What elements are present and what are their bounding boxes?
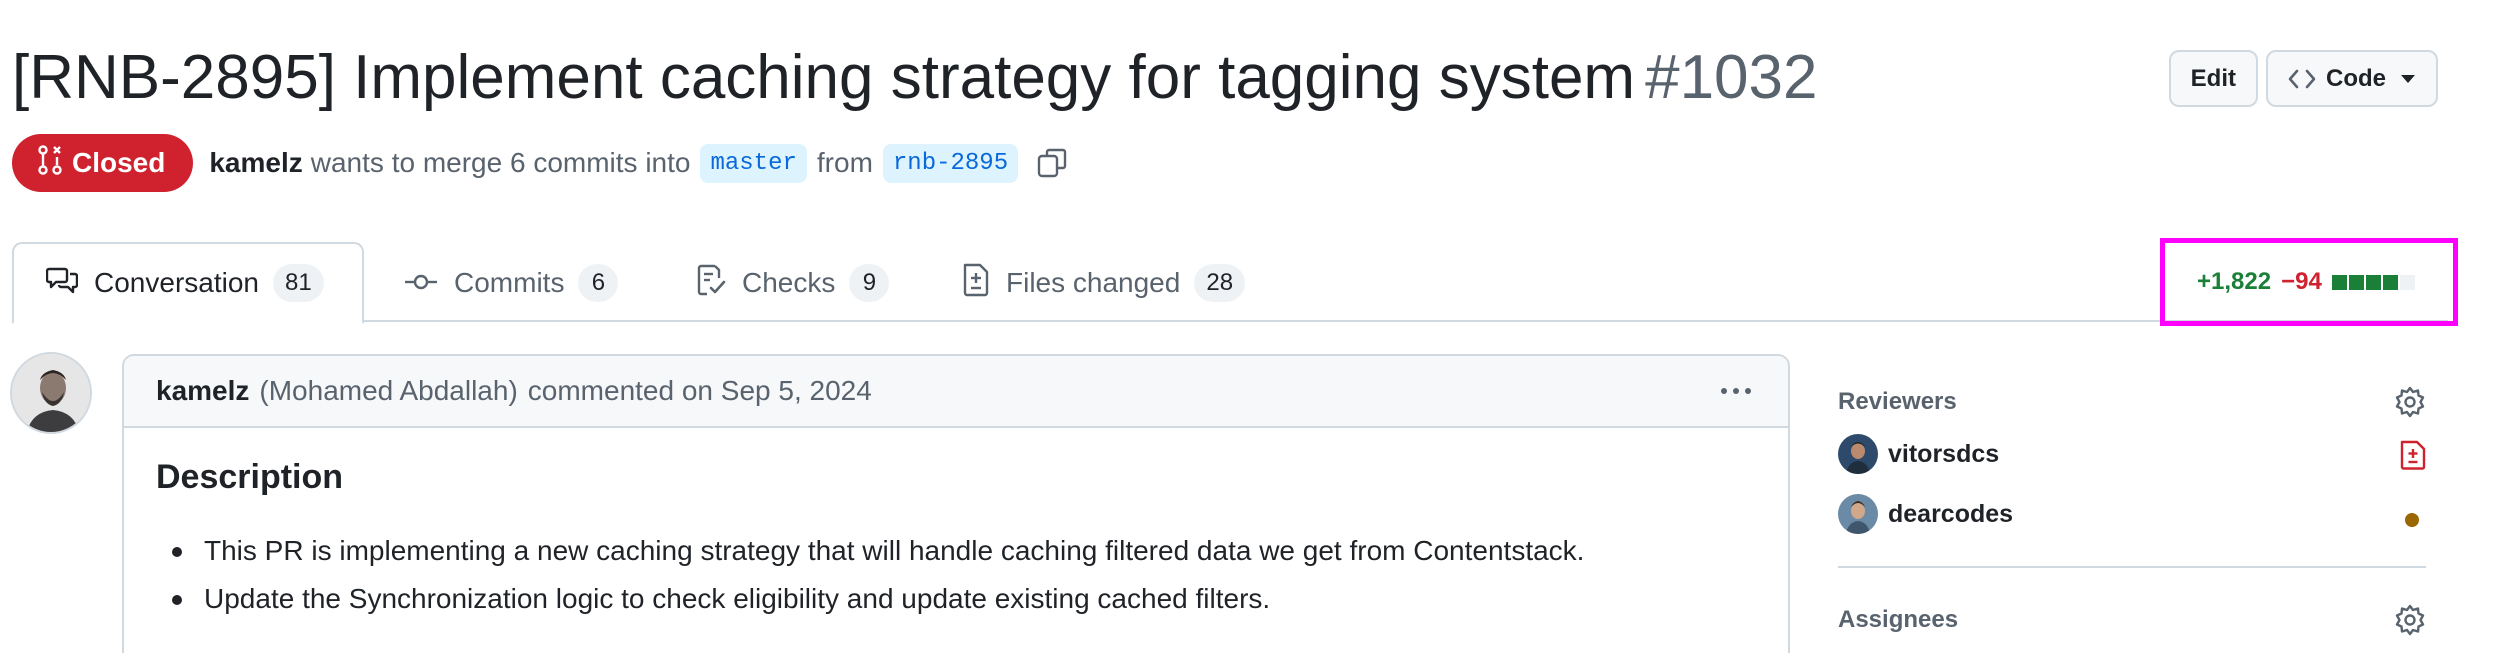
- gear-icon[interactable]: [2394, 604, 2426, 641]
- caret-down-icon: [2400, 74, 2416, 84]
- avatar: [1838, 494, 1878, 534]
- avatar[interactable]: [10, 352, 92, 434]
- head-branch[interactable]: rnb-2895: [882, 143, 1019, 183]
- diffstat-block-added: [2348, 274, 2364, 290]
- comment-full-name: (Mohamed Abdallah): [259, 375, 518, 406]
- tab-label: Commits: [454, 267, 565, 298]
- reviewer-row[interactable]: vitorsdcs: [1838, 424, 2426, 484]
- diffstat-additions: +1,822: [2197, 268, 2272, 295]
- diffstat-deletions: −94: [2281, 268, 2322, 295]
- avatar: [1838, 434, 1878, 474]
- git-commit-icon: [404, 267, 454, 299]
- state-label: Closed: [72, 147, 166, 178]
- tab-counter: 81: [272, 264, 324, 302]
- tab-label: Checks: [742, 267, 836, 298]
- pr-number: #1032: [1645, 43, 1818, 112]
- tab-label: Files changed: [1006, 267, 1181, 298]
- tab-counter: 6: [578, 264, 619, 302]
- comment-author-link[interactable]: kamelz: [156, 375, 249, 407]
- reviewer-row[interactable]: dearcodes: [1838, 484, 2426, 544]
- comment-timestamp[interactable]: commented on Sep 5, 2024: [528, 375, 872, 407]
- pr-title-container: [RNB-2895] Implement caching strategy fo…: [12, 38, 1818, 118]
- comment-body: Description This PR is implementing a ne…: [124, 428, 1788, 653]
- code-icon: [2288, 68, 2316, 90]
- comment-heading: Description: [156, 458, 344, 496]
- list-item: Update the Synchronization logic to chec…: [156, 575, 1756, 623]
- gear-icon[interactable]: [2394, 386, 2426, 423]
- tab-files-changed[interactable]: Files changed 28: [930, 242, 1277, 324]
- dot-fill-icon: [2404, 506, 2420, 535]
- pr-title: [RNB-2895] Implement caching strategy fo…: [12, 43, 1636, 112]
- sidebar-divider: [1838, 566, 2426, 568]
- diffstat-blocks: [2331, 274, 2415, 290]
- diffstat[interactable]: +1,822 −94: [2160, 238, 2458, 326]
- base-branch[interactable]: master: [700, 143, 807, 183]
- pr-meta: Closed kamelz wants to merge 6 commits i…: [12, 134, 1068, 192]
- file-diff-icon: [2400, 440, 2426, 477]
- assignees-section: Assignees: [1838, 598, 2426, 642]
- code-button-label: Code: [2326, 64, 2386, 92]
- sidebar: Reviewers vitorsdcs dearcodes Assignees: [1838, 380, 2426, 642]
- kebab-horizontal-icon[interactable]: [1718, 376, 1754, 413]
- edit-button[interactable]: Edit: [2168, 50, 2258, 107]
- code-button[interactable]: Code: [2266, 50, 2438, 107]
- merge-text: wants to merge 6 commits into: [310, 147, 691, 178]
- pr-author-link[interactable]: kamelz: [209, 147, 302, 179]
- reviewers-heading: Reviewers: [1838, 388, 1957, 415]
- tab-label: Conversation: [94, 267, 259, 298]
- pr-tabs: Conversation 81 Commits 6 Checks 9 Files…: [12, 242, 2448, 324]
- tab-conversation[interactable]: Conversation 81: [12, 242, 364, 324]
- from-text: from: [816, 147, 873, 178]
- diffstat-block-added: [2331, 274, 2347, 290]
- tab-counter: 9: [849, 264, 890, 302]
- checklist-icon: [696, 264, 742, 303]
- diffstat-block-neutral: [2399, 274, 2415, 290]
- diffstat-block-added: [2382, 274, 2398, 290]
- header-actions: Edit Code: [2168, 50, 2438, 107]
- comment-bullet-list: This PR is implementing a new caching st…: [156, 527, 1756, 623]
- git-pull-request-closed-icon: [36, 144, 72, 183]
- comment-discussion-icon: [45, 266, 94, 301]
- state-badge: Closed: [12, 134, 194, 192]
- copy-icon[interactable]: [1036, 147, 1068, 179]
- edit-button-label: Edit: [2190, 64, 2236, 92]
- reviewer-name: vitorsdcs: [1888, 439, 2000, 468]
- assignees-heading: Assignees: [1838, 606, 1959, 633]
- tab-commits[interactable]: Commits 6: [372, 242, 650, 324]
- file-diff-icon: [962, 263, 1006, 304]
- reviewers-section: Reviewers vitorsdcs dearcodes: [1838, 380, 2426, 544]
- comment-header: kamelz (Mohamed Abdallah) commented on S…: [124, 356, 1788, 428]
- diffstat-block-added: [2365, 274, 2381, 290]
- tab-counter: 28: [1194, 264, 1246, 302]
- comment-box: kamelz (Mohamed Abdallah) commented on S…: [122, 354, 1790, 653]
- list-item: This PR is implementing a new caching st…: [156, 527, 1756, 575]
- tab-checks[interactable]: Checks 9: [664, 242, 921, 324]
- reviewer-name: dearcodes: [1888, 499, 2014, 528]
